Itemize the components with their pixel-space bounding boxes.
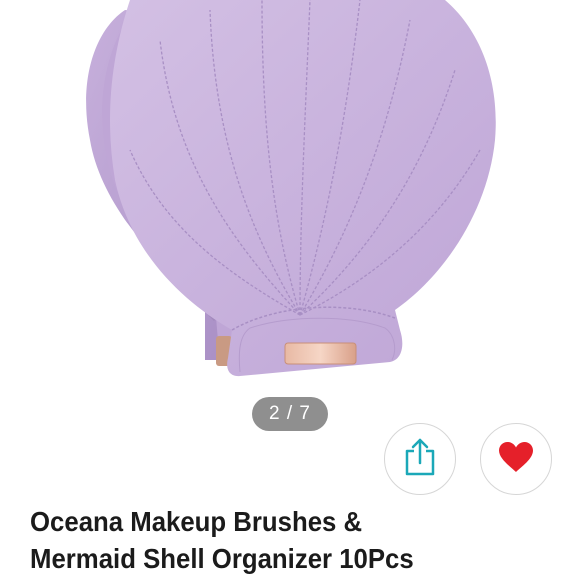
image-pager-indicator: 2 / 7 bbox=[252, 397, 328, 431]
product-title-line2: Mermaid Shell Organizer 10Pcs bbox=[30, 543, 414, 574]
share-button[interactable] bbox=[384, 423, 456, 495]
product-image[interactable] bbox=[0, 0, 580, 420]
product-title: Oceana Makeup Brushes & Mermaid Shell Or… bbox=[30, 503, 527, 577]
shell-organizer-image bbox=[86, 0, 496, 377]
like-button[interactable] bbox=[480, 423, 552, 495]
heart-icon bbox=[497, 440, 535, 479]
share-icon bbox=[403, 437, 437, 482]
product-title-line1: Oceana Makeup Brushes & bbox=[30, 506, 363, 537]
